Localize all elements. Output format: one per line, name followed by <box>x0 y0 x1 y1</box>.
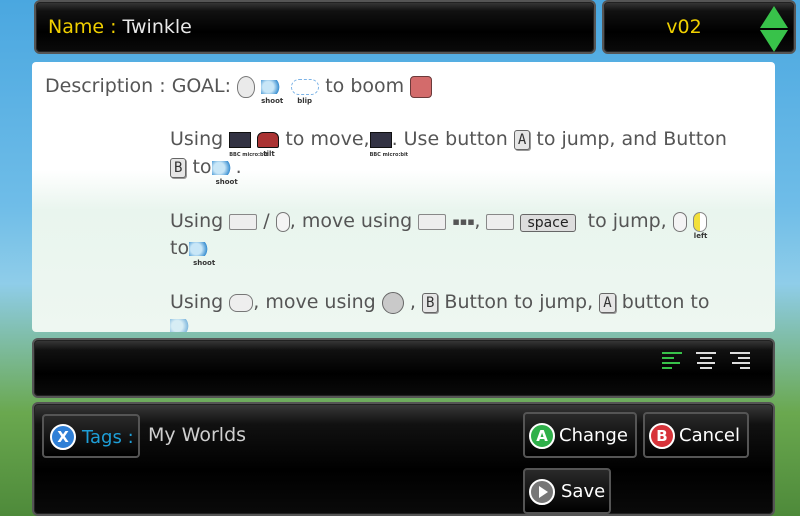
thumbstick-icon <box>381 291 404 314</box>
align-center-icon[interactable] <box>696 349 716 372</box>
description-area[interactable]: Description : GOAL: shoot blip to boom U… <box>32 62 775 332</box>
tags-label: Tags : <box>82 427 134 448</box>
cancel-button[interactable]: B Cancel <box>643 412 749 458</box>
gamepad-icon <box>229 293 254 312</box>
text-format-toolbar <box>32 338 775 398</box>
description-label: Description : <box>45 75 166 97</box>
version-value: v02 <box>666 16 702 38</box>
bomb-icon <box>237 75 256 98</box>
space-key-icon: space <box>520 214 576 232</box>
shoot-icon: shoot <box>189 238 215 267</box>
description-gamepad-line-2 <box>170 314 194 332</box>
version-selector[interactable]: v02 <box>602 0 796 54</box>
shoot-icon: shoot <box>211 157 238 186</box>
change-button[interactable]: A Change <box>523 412 637 458</box>
robot-enemy-icon <box>410 75 433 98</box>
play-icon <box>529 479 555 505</box>
description-microbit-line-2: B to shoot. <box>170 156 242 186</box>
description-keyboard-line-2: to shoot <box>170 237 216 267</box>
blip-icon: blip <box>291 76 320 105</box>
change-label: Change <box>559 425 628 446</box>
cancel-label: Cancel <box>679 425 740 446</box>
bottom-actions-panel: X Tags : My Worlds A Change B Cancel Save <box>32 402 775 516</box>
tilt-icon: tilt <box>257 129 280 158</box>
tags-value: My Worlds <box>148 424 247 446</box>
version-down-arrow-icon[interactable] <box>760 30 788 52</box>
mouse-icon <box>672 211 687 232</box>
align-right-icon[interactable] <box>730 349 750 372</box>
key-b-icon: B <box>170 157 187 178</box>
arrow-keys-icon: ▪▪▪ <box>452 214 475 228</box>
name-field[interactable]: Name : Twinkle <box>34 0 596 54</box>
save-button[interactable]: Save <box>523 468 611 514</box>
description-gamepad-line: Using , move using , B Button to jump, A… <box>170 291 710 314</box>
mouse-left-click-icon: left <box>692 211 707 240</box>
mouse-icon <box>275 211 290 232</box>
key-a-icon: A <box>599 292 616 313</box>
align-left-icon[interactable] <box>662 349 682 372</box>
microbit-icon: BBC micro:bit <box>369 129 408 158</box>
name-label-wrap: Name : Twinkle <box>48 16 192 38</box>
goal-suffix: to boom <box>325 75 405 97</box>
shoot-icon <box>170 318 194 332</box>
version-up-arrow-icon[interactable] <box>760 6 788 28</box>
description-keyboard-line: Using / , move using ▪▪▪, space to jump,… <box>170 210 708 240</box>
goal-prefix: GOAL: <box>171 75 232 97</box>
save-label: Save <box>561 481 606 502</box>
name-value: Twinkle <box>122 16 192 38</box>
description-goal-line: Description : GOAL: shoot blip to boom <box>45 75 433 105</box>
shoot-icon: shoot <box>261 76 286 105</box>
name-label: Name : <box>48 16 117 38</box>
a-button-icon: A <box>529 423 555 449</box>
keyboard-icon <box>486 213 515 230</box>
description-microbit-line: Using BBC micro:bit tilt to move, BBC mic… <box>170 128 727 158</box>
b-button-icon: B <box>649 423 675 449</box>
keyboard-icon <box>229 213 258 230</box>
tags-button[interactable]: X Tags : <box>42 414 140 458</box>
key-a-icon: A <box>513 129 531 150</box>
x-button-icon: X <box>50 424 76 450</box>
key-b-icon: B <box>421 292 439 313</box>
microbit-icon: BBC micro:bit <box>229 129 268 158</box>
keyboard-icon <box>418 213 447 230</box>
